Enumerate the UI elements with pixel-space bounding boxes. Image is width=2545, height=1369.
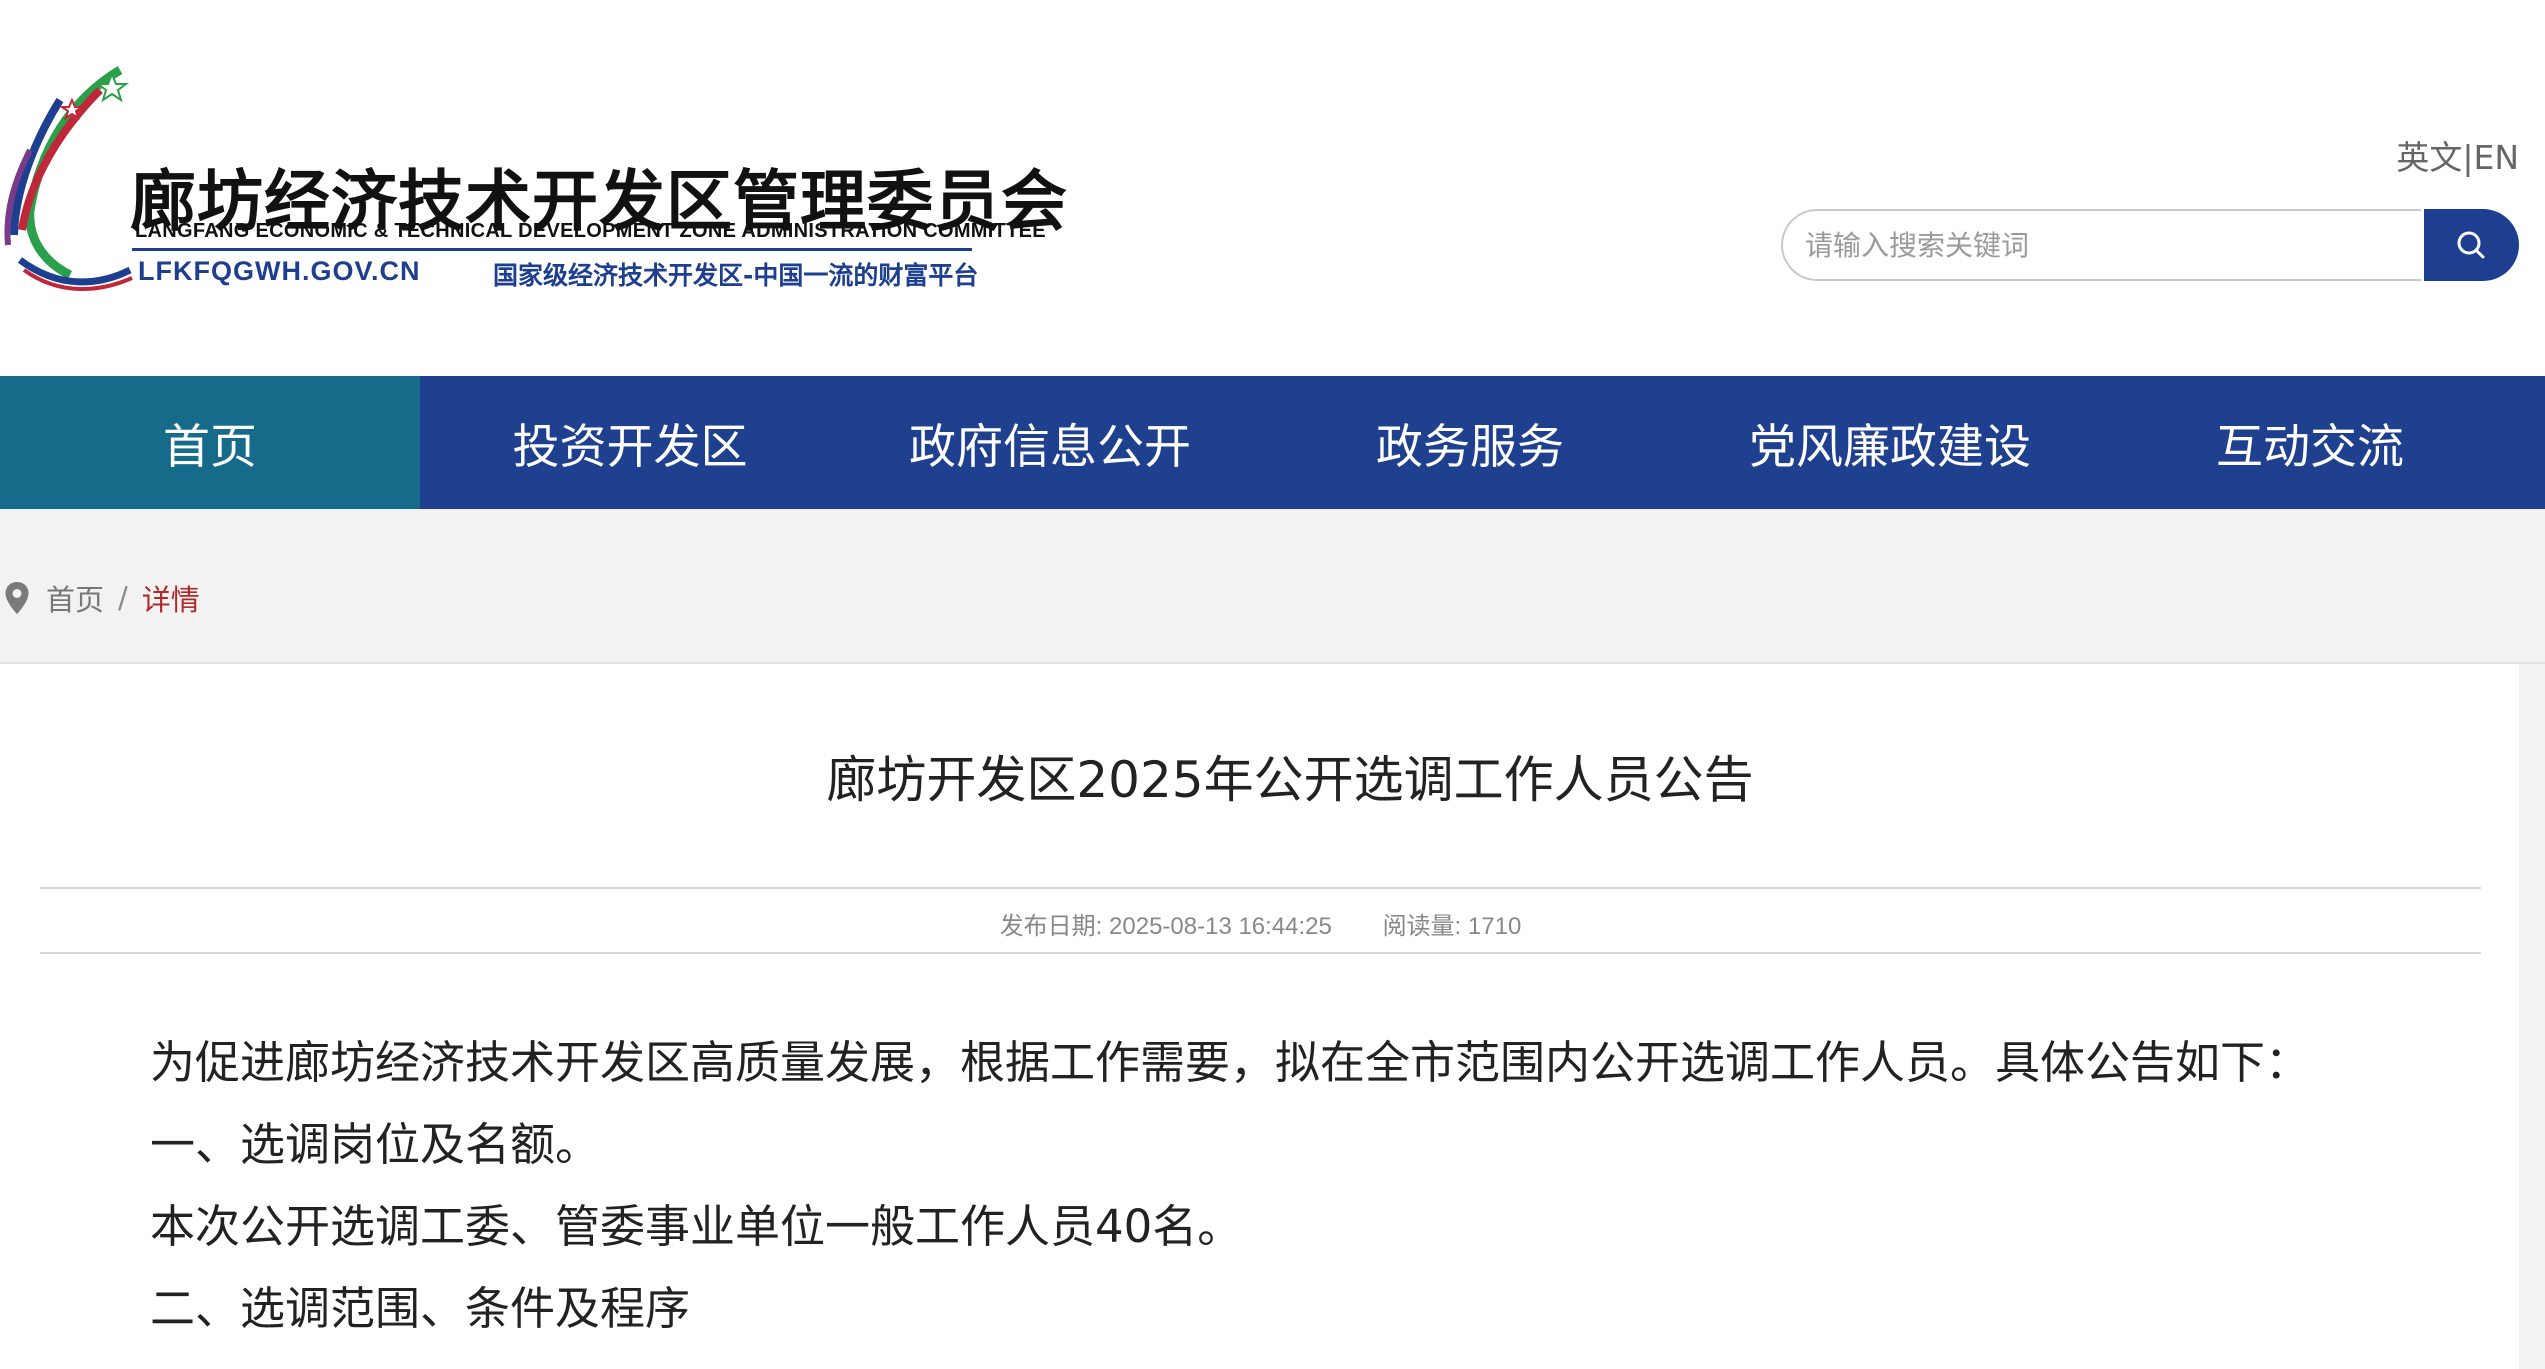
breadcrumb-home[interactable]: 首页 — [46, 577, 104, 619]
main-nav: 首页 投资开发区 政府信息公开 政务服务 党风廉政建设 互动交流 — [0, 376, 2545, 509]
article-meta: 发布日期: 2025-08-13 16:44:25 阅读量: 1710 — [40, 906, 2481, 941]
meta-divider-bottom — [40, 952, 2481, 954]
publish-date: 发布日期: 2025-08-13 16:44:25 — [999, 913, 1332, 940]
nav-item-services[interactable]: 政务服务 — [1260, 376, 1680, 509]
logo-domain: LFKFQGWH.GOV.CN — [138, 256, 421, 286]
logo-slogan: 国家级经济技术开发区-中国一流的财富平台 — [493, 261, 979, 290]
article-paragraph: 一、选调岗位及名额。 — [150, 1118, 601, 1171]
article-paragraph: 二、选调范围、条件及程序 — [150, 1282, 691, 1335]
location-pin-icon — [5, 582, 29, 614]
article-paragraph: 为促进廊坊经济技术开发区高质量发展，根据工作需要，拟在全市范围内公开选调工作人员… — [150, 1036, 2311, 1089]
article-body: 为促进廊坊经济技术开发区高质量发展，根据工作需要，拟在全市范围内公开选调工作人员… — [150, 1022, 2450, 1350]
nav-item-interaction[interactable]: 互动交流 — [2100, 376, 2520, 509]
breadcrumb: 首页 / 详情 — [4, 578, 200, 618]
search-icon — [2457, 231, 2485, 259]
meta-divider-top — [40, 887, 2481, 889]
breadcrumb-separator: / — [118, 581, 128, 615]
read-count: 阅读量: 1710 — [1382, 913, 1522, 940]
search-button[interactable] — [2424, 209, 2519, 281]
nav-item-home[interactable]: 首页 — [0, 376, 420, 509]
logo-title-en: LANGFANG ECONOMIC & TECHNICAL DEVELOPMEN… — [135, 220, 1046, 242]
site-logo[interactable]: 廊坊经济技术开发区管理委员会 LANGFANG ECONOMIC & TECHN… — [0, 60, 1067, 300]
site-header: 廊坊经济技术开发区管理委员会 LANGFANG ECONOMIC & TECHN… — [0, 0, 2545, 376]
breadcrumb-band — [0, 509, 2545, 664]
nav-item-integrity[interactable]: 党风廉政建设 — [1680, 376, 2100, 509]
logo-emblem-icon — [4, 66, 133, 292]
nav-item-invest[interactable]: 投资开发区 — [420, 376, 840, 509]
search-bar — [1781, 209, 2519, 281]
nav-item-gov-info[interactable]: 政府信息公开 — [840, 376, 1260, 509]
logo-divider — [132, 248, 972, 251]
article-paragraph: 本次公开选调工委、管委事业单位一般工作人员40名。 — [150, 1200, 1243, 1253]
article-title: 廊坊开发区2025年公开选调工作人员公告 — [826, 751, 1754, 809]
breadcrumb-current: 详情 — [141, 583, 200, 617]
english-version-link[interactable]: 英文|EN — [2396, 131, 2519, 179]
search-input[interactable] — [1781, 209, 2421, 281]
